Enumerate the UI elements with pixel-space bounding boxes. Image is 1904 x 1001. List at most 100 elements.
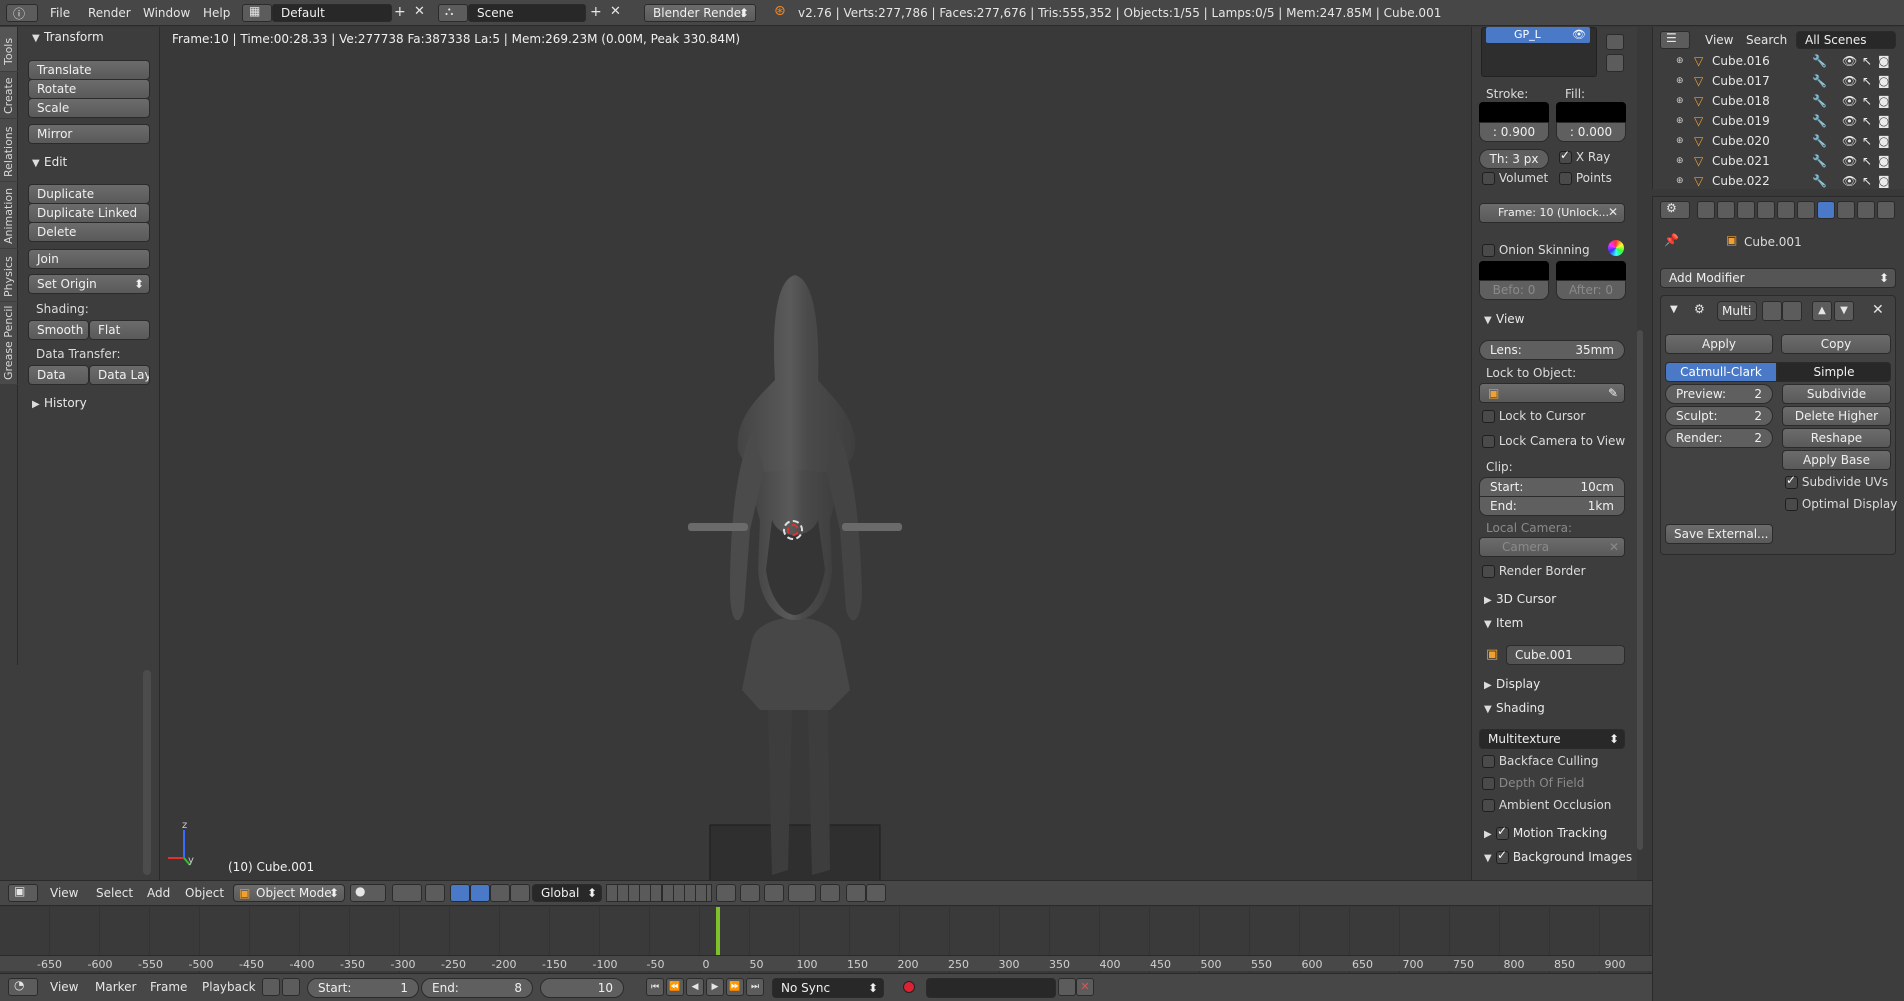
- shading-mode-select[interactable]: Multitexture ⬍: [1479, 729, 1625, 749]
- renderable-camera-icon[interactable]: ◙: [1878, 51, 1890, 71]
- selectable-cursor-icon[interactable]: ↖: [1862, 71, 1872, 91]
- onion-color-icon[interactable]: [1608, 240, 1624, 256]
- lens-field[interactable]: Lens: 35mm: [1479, 340, 1625, 360]
- dof-option[interactable]: Depth Of Field: [1482, 776, 1584, 790]
- mode-select[interactable]: ▣ Object Mode ⬍: [233, 884, 345, 902]
- expand-icon[interactable]: ⊕: [1676, 151, 1684, 171]
- selectable-cursor-icon[interactable]: ↖: [1862, 51, 1872, 71]
- tab-grease-pencil[interactable]: Grease Pencil: [0, 302, 18, 384]
- sync-select[interactable]: No Sync ⬍: [772, 978, 884, 998]
- render-context-icon[interactable]: [1697, 201, 1715, 219]
- modifier-wrench-icon[interactable]: 🔧: [1812, 111, 1827, 131]
- frame-lock-field[interactable]: Frame: 10 (Unlock...: [1479, 203, 1625, 223]
- stroke-color-swatch[interactable]: [1479, 102, 1549, 124]
- local-camera-field[interactable]: Camera ✕: [1479, 537, 1625, 557]
- add-layout-icon[interactable]: +: [394, 4, 406, 20]
- playhead[interactable]: [716, 907, 721, 955]
- outliner-row[interactable]: ⊕ ▽ Cube.021 🔧 👁 ↖ ◙: [1660, 151, 1890, 171]
- screen-layout-icon[interactable]: ▦: [242, 4, 272, 22]
- modifier-render-toggle-icon[interactable]: [1762, 301, 1782, 321]
- modifiers-context-icon[interactable]: [1817, 201, 1835, 219]
- timeline-editor-type-button[interactable]: ◔: [8, 978, 38, 996]
- render-border-option[interactable]: Render Border: [1482, 564, 1586, 578]
- points-checkbox[interactable]: [1559, 172, 1572, 185]
- texture-context-icon[interactable]: [1877, 201, 1895, 219]
- apply-button[interactable]: Apply: [1665, 334, 1773, 354]
- rotate-button[interactable]: Rotate: [28, 79, 150, 99]
- keying-set-field[interactable]: [926, 978, 1056, 998]
- scene-field[interactable]: Scene: [468, 4, 586, 22]
- renderable-camera-icon[interactable]: ◙: [1878, 71, 1890, 91]
- bg-images-header[interactable]: ▼ Background Images: [1484, 848, 1632, 864]
- outliner-menu-view[interactable]: View: [1705, 27, 1733, 53]
- outliner-menu-search[interactable]: Search: [1746, 27, 1787, 53]
- translate-button[interactable]: Translate: [28, 60, 150, 80]
- lock-camera-checkbox[interactable]: [1482, 435, 1495, 448]
- view-panel-header[interactable]: ▼ View: [1484, 312, 1524, 326]
- flat-button[interactable]: Flat: [89, 320, 150, 340]
- fill-opacity-field[interactable]: : 0.000: [1556, 122, 1626, 142]
- data-context-icon[interactable]: [1837, 201, 1855, 219]
- object-context-icon[interactable]: [1777, 201, 1795, 219]
- selectable-cursor-icon[interactable]: ↖: [1862, 151, 1872, 171]
- outliner-row[interactable]: ⊕ ▽ Cube.017 🔧 👁 ↖ ◙: [1660, 71, 1890, 91]
- timeline-menu-view[interactable]: View: [50, 974, 78, 1000]
- selectable-cursor-icon[interactable]: ↖: [1862, 91, 1872, 111]
- timeline-menu-marker[interactable]: Marker: [95, 974, 136, 1000]
- visibility-eye-icon[interactable]: 👁: [1842, 71, 1857, 91]
- expand-icon[interactable]: ⊕: [1676, 51, 1684, 71]
- lock-object-field[interactable]: ▣ ✎: [1479, 383, 1625, 403]
- lock-camera-option[interactable]: Lock Camera to View: [1482, 434, 1625, 448]
- outliner-row[interactable]: ⊕ ▽ Cube.016 🔧 👁 ↖ ◙: [1660, 51, 1890, 71]
- layers-context-icon[interactable]: [1717, 201, 1735, 219]
- volumetric-checkbox[interactable]: [1482, 172, 1495, 185]
- world-context-icon[interactable]: [1757, 201, 1775, 219]
- modifier-wrench-icon[interactable]: 🔧: [1812, 91, 1827, 111]
- visibility-eye-icon[interactable]: 👁: [1842, 151, 1857, 171]
- shading-panel-header[interactable]: ▼ Shading: [1484, 701, 1545, 715]
- lock-cursor-option[interactable]: Lock to Cursor: [1482, 409, 1585, 423]
- current-frame-field[interactable]: 10: [540, 978, 624, 998]
- stroke-opacity-field[interactable]: : 0.900: [1479, 122, 1549, 142]
- view3d-menu-add[interactable]: Add: [147, 880, 170, 906]
- remove-modifier-icon[interactable]: ✕: [1872, 302, 1884, 318]
- bg-images-checkbox[interactable]: [1496, 848, 1509, 864]
- lock-time-icon[interactable]: [282, 978, 300, 996]
- expand-icon[interactable]: ⊕: [1676, 171, 1684, 191]
- copy-button[interactable]: Copy: [1781, 334, 1891, 354]
- prev-keyframe-icon[interactable]: ⏪: [666, 978, 684, 996]
- tab-tools[interactable]: Tools: [0, 27, 18, 71]
- opengl-anim-icon[interactable]: [866, 884, 886, 902]
- optimal-display-option[interactable]: Optimal Display: [1785, 497, 1897, 511]
- rotate-manipulator-icon[interactable]: [470, 884, 490, 902]
- layout-field[interactable]: Default: [272, 4, 392, 22]
- modifier-wrench-icon[interactable]: 🔧: [1812, 171, 1827, 191]
- motion-tracking-header[interactable]: ▶ Motion Tracking: [1484, 824, 1607, 840]
- view3d-menu-select[interactable]: Select: [96, 880, 133, 906]
- timeline-menu-playback[interactable]: Playback: [202, 974, 256, 1000]
- camera-unlink-icon[interactable]: ✕: [1609, 538, 1619, 556]
- render-levels-field[interactable]: Render: 2: [1665, 428, 1773, 448]
- next-keyframe-icon[interactable]: ⏩: [726, 978, 744, 996]
- layer-buttons[interactable]: [606, 884, 662, 902]
- renderable-camera-icon[interactable]: ◙: [1878, 111, 1890, 131]
- scene-context-icon[interactable]: [1737, 201, 1755, 219]
- properties-editor-type-button[interactable]: ⚙: [1660, 201, 1690, 219]
- volumetric-option[interactable]: Volumet: [1482, 171, 1548, 185]
- clip-end-field[interactable]: End: 1km: [1479, 496, 1625, 516]
- xray-option[interactable]: X Ray: [1559, 148, 1610, 164]
- n-panel-scrollbar[interactable]: [1637, 330, 1643, 850]
- modifier-wrench-icon[interactable]: 🔧: [1812, 51, 1827, 71]
- xray-checkbox[interactable]: [1559, 148, 1572, 164]
- selectable-cursor-icon[interactable]: ↖: [1862, 131, 1872, 151]
- scale2-manipulator-icon[interactable]: [510, 884, 530, 902]
- jump-end-icon[interactable]: ⏭: [746, 978, 764, 996]
- delete-keyframe-icon[interactable]: ✕: [1076, 978, 1094, 996]
- renderable-camera-icon[interactable]: ◙: [1878, 91, 1890, 111]
- renderable-camera-icon[interactable]: ◙: [1878, 131, 1890, 151]
- modifier-view-toggle-icon[interactable]: [1782, 301, 1802, 321]
- pin-icon[interactable]: 📌: [1664, 233, 1679, 247]
- item-name-field[interactable]: Cube.001: [1506, 645, 1625, 665]
- subdivide-uvs-option[interactable]: Subdivide UVs: [1785, 473, 1888, 489]
- visibility-eye-icon[interactable]: 👁: [1842, 171, 1857, 191]
